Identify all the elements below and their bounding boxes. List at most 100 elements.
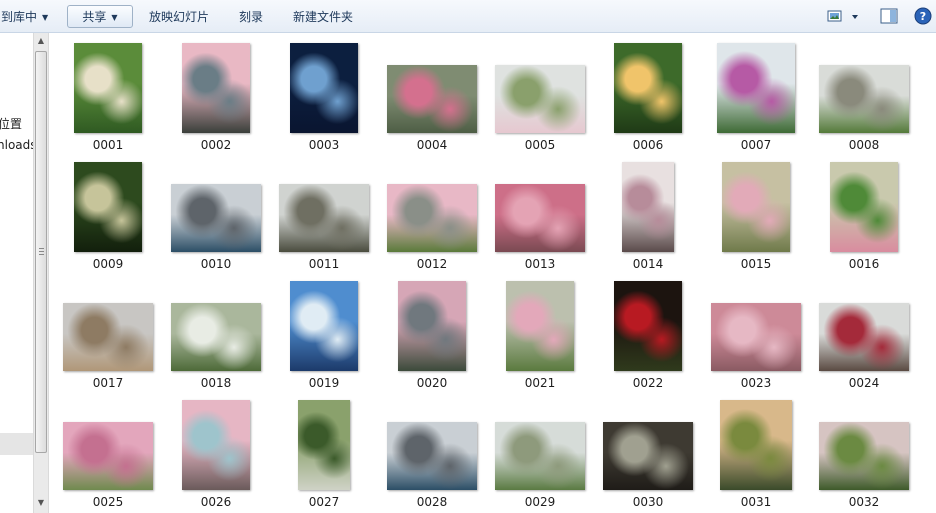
thumbnail-frame: [279, 279, 369, 371]
image-thumbnail[interactable]: [387, 422, 477, 490]
file-name-label: 0003: [308, 138, 340, 152]
image-thumbnail[interactable]: [171, 184, 261, 252]
file-item[interactable]: 0012: [378, 152, 486, 271]
file-item[interactable]: 0029: [486, 390, 594, 509]
image-thumbnail[interactable]: [722, 162, 790, 252]
file-item[interactable]: 0008: [810, 33, 918, 152]
file-item[interactable]: 0011: [270, 152, 378, 271]
nav-item-location[interactable]: 位置: [0, 115, 22, 132]
thumbnail-frame: [819, 279, 909, 371]
image-thumbnail[interactable]: [495, 422, 585, 490]
file-item[interactable]: 0019: [270, 271, 378, 390]
image-thumbnail[interactable]: [182, 400, 250, 490]
file-item[interactable]: 0006: [594, 33, 702, 152]
image-thumbnail[interactable]: [603, 422, 693, 490]
image-thumbnail[interactable]: [171, 303, 261, 371]
file-item[interactable]: 0016: [810, 152, 918, 271]
view-thumbnails-icon: [827, 10, 858, 22]
image-thumbnail[interactable]: [711, 303, 801, 371]
thumbnail-frame: [63, 398, 153, 490]
thumbnail-frame: [279, 160, 369, 252]
file-item[interactable]: 0003: [270, 33, 378, 152]
new-folder-button[interactable]: 新建文件夹: [286, 5, 360, 28]
image-thumbnail[interactable]: [398, 281, 466, 371]
file-item[interactable]: 0005: [486, 33, 594, 152]
nav-selected-item[interactable]: [0, 433, 34, 455]
file-item[interactable]: 0010: [162, 152, 270, 271]
file-item[interactable]: 0007: [702, 33, 810, 152]
file-item[interactable]: 0028: [378, 390, 486, 509]
file-item[interactable]: 0017: [54, 271, 162, 390]
share-label: 共享: [82, 10, 107, 24]
image-thumbnail[interactable]: [830, 162, 898, 252]
scroll-down-arrow-icon[interactable]: ▼: [34, 495, 48, 511]
help-icon: ?: [914, 7, 932, 25]
image-thumbnail[interactable]: [495, 184, 585, 252]
file-item[interactable]: 0025: [54, 390, 162, 509]
thumbnail-frame: [819, 398, 909, 490]
file-item[interactable]: 0031: [702, 390, 810, 509]
help-button[interactable]: ?: [912, 6, 934, 27]
file-item[interactable]: 0023: [702, 271, 810, 390]
image-thumbnail[interactable]: [819, 422, 909, 490]
file-item[interactable]: 0021: [486, 271, 594, 390]
scrollbar-thumb[interactable]: [35, 51, 47, 453]
image-thumbnail[interactable]: [387, 65, 477, 133]
nav-item-downloads[interactable]: nloads: [0, 138, 34, 152]
file-item[interactable]: 0014: [594, 152, 702, 271]
file-item[interactable]: 0024: [810, 271, 918, 390]
image-thumbnail[interactable]: [74, 162, 142, 252]
image-thumbnail[interactable]: [182, 43, 250, 133]
file-name-label: 0006: [632, 138, 664, 152]
file-item[interactable]: 0018: [162, 271, 270, 390]
image-thumbnail[interactable]: [622, 162, 674, 252]
burn-button[interactable]: 刻录: [232, 5, 270, 28]
share-button[interactable]: 共享 ▼: [67, 5, 133, 28]
image-thumbnail[interactable]: [298, 400, 350, 490]
image-thumbnail[interactable]: [74, 43, 142, 133]
image-thumbnail[interactable]: [614, 281, 682, 371]
image-thumbnail[interactable]: [819, 303, 909, 371]
image-thumbnail[interactable]: [717, 43, 795, 133]
nav-scrollbar[interactable]: ▲ ▼: [33, 33, 49, 513]
image-thumbnail[interactable]: [63, 303, 153, 371]
image-thumbnail[interactable]: [279, 184, 369, 252]
image-thumbnail[interactable]: [387, 184, 477, 252]
image-thumbnail[interactable]: [63, 422, 153, 490]
file-item[interactable]: 0032: [810, 390, 918, 509]
navigation-pane: 位置 nloads: [0, 33, 34, 513]
thumbnail-frame: [171, 41, 261, 133]
file-item[interactable]: 0022: [594, 271, 702, 390]
image-thumbnail[interactable]: [290, 43, 358, 133]
grip-icon: [39, 248, 44, 255]
image-thumbnail[interactable]: [614, 43, 682, 133]
chevron-down-icon: ▼: [111, 13, 118, 22]
slideshow-button[interactable]: 放映幻灯片: [142, 5, 216, 28]
scroll-up-arrow-icon[interactable]: ▲: [34, 33, 48, 49]
svg-text:?: ?: [920, 10, 926, 23]
image-thumbnail[interactable]: [720, 400, 792, 490]
file-item[interactable]: 0020: [378, 271, 486, 390]
file-item[interactable]: 0002: [162, 33, 270, 152]
thumbnail-frame: [819, 41, 909, 133]
change-view-button[interactable]: [826, 6, 864, 27]
image-thumbnail[interactable]: [290, 281, 358, 371]
file-name-label: 0002: [200, 138, 232, 152]
preview-pane-button[interactable]: [878, 6, 900, 27]
image-thumbnail[interactable]: [495, 65, 585, 133]
file-name-label: 0015: [740, 257, 772, 271]
file-item[interactable]: 0013: [486, 152, 594, 271]
file-item[interactable]: 0009: [54, 152, 162, 271]
file-name-label: 0011: [308, 257, 340, 271]
file-item[interactable]: 0004: [378, 33, 486, 152]
file-item[interactable]: 0015: [702, 152, 810, 271]
image-thumbnail[interactable]: [819, 65, 909, 133]
file-item[interactable]: 0030: [594, 390, 702, 509]
file-item[interactable]: 0026: [162, 390, 270, 509]
file-item[interactable]: 0027: [270, 390, 378, 509]
thumbnail-frame: [387, 279, 477, 371]
file-item[interactable]: 0001: [54, 33, 162, 152]
file-name-label: 0025: [92, 495, 124, 509]
include-in-library-button[interactable]: 到库中 ▼: [0, 5, 55, 28]
image-thumbnail[interactable]: [506, 281, 574, 371]
